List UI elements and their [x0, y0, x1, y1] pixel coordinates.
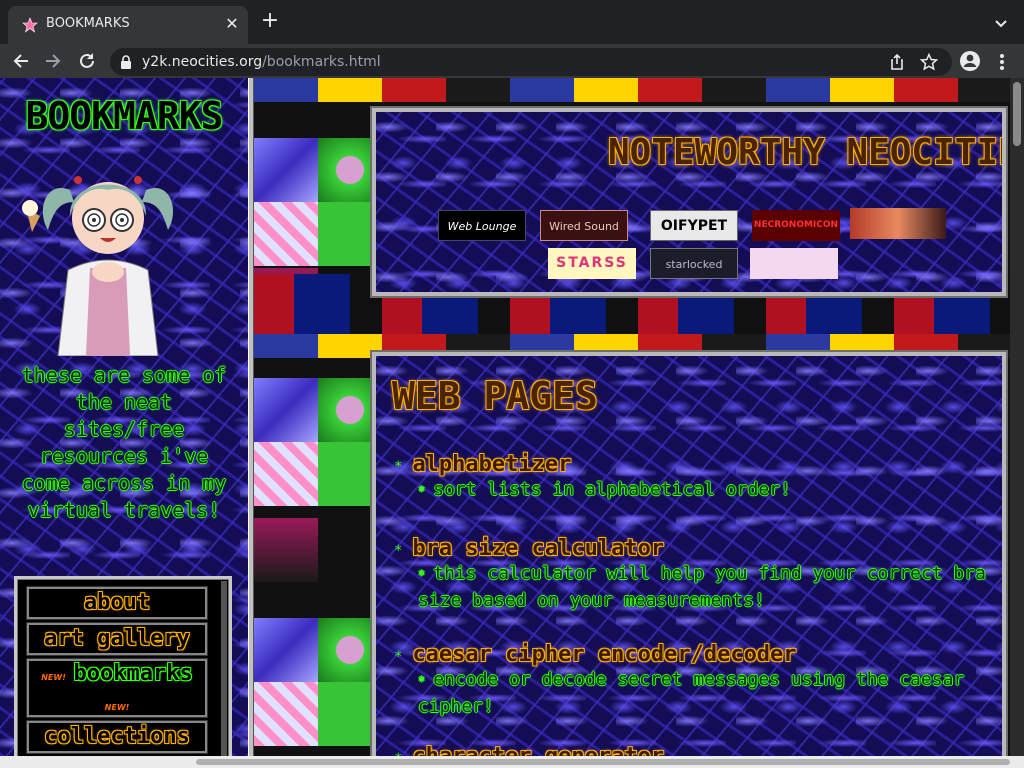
anime-girl-mascot-image	[22, 176, 174, 356]
necronomicon-button[interactable]: NECRONOMICON	[752, 210, 840, 241]
profile-avatar-icon[interactable]	[958, 50, 982, 72]
share-icon[interactable]	[888, 53, 906, 71]
url-path: /bookmarks.html	[262, 54, 381, 70]
list-item: * bra size calculator * this calculator wi…	[394, 536, 994, 614]
collage-tile	[254, 442, 318, 506]
bookmark-star-icon[interactable]	[920, 53, 938, 71]
noteworthy-title: NOTEWORTHY NEOCITIES	[608, 132, 1006, 173]
bullet-icon: *	[394, 649, 403, 665]
tab-search-chevron-icon[interactable]	[992, 14, 1010, 32]
sidebar: BOOKMARKS these are some of the neat sit…	[0, 78, 248, 756]
new-badge: NEW!	[41, 673, 66, 682]
nav-art-gallery-label: art gallery	[44, 626, 190, 651]
cute-face-button[interactable]	[750, 248, 838, 279]
browser-toolbar: y2k.neocities.org/bookmarks.html	[0, 44, 1024, 78]
oifypet-button[interactable]: OIFYPET	[650, 210, 738, 241]
nav-bookmarks-button[interactable]: NEW! bookmarks NEW!	[26, 658, 208, 718]
collage-tile	[254, 138, 318, 202]
nav-art-gallery-button[interactable]: art gallery	[26, 622, 208, 656]
nav-scrollbar[interactable]	[221, 581, 227, 756]
tab-strip: BOOKMARKS ✕ +	[0, 0, 1024, 44]
back-arrow-icon[interactable]	[10, 50, 32, 72]
close-tab-icon[interactable]: ✕	[222, 14, 242, 33]
collage-tile	[254, 518, 318, 582]
nav-menu: about art gallery NEW! bookmarks NEW! co…	[14, 576, 232, 756]
collage-tile	[254, 618, 318, 682]
lock-icon[interactable]	[120, 55, 132, 69]
starss-button[interactable]: STARSS	[548, 248, 636, 279]
list-item: * alphabetizer * sort lists in alphabetica…	[394, 452, 994, 504]
forward-arrow-icon[interactable]	[42, 50, 64, 72]
link-character-generator[interactable]: character generator	[412, 744, 664, 756]
starlocked-button[interactable]: starlocked	[650, 248, 738, 279]
collage-tile	[254, 682, 318, 746]
url-host: y2k.neocities.org	[142, 54, 263, 70]
collage-tile	[254, 202, 318, 266]
tab-title: BOOKMARKS	[46, 16, 130, 31]
nav-collections-button[interactable]: collections	[26, 720, 208, 754]
reload-icon[interactable]	[76, 50, 98, 72]
url-text: y2k.neocities.org/bookmarks.html	[142, 54, 381, 70]
noteworthy-panel: NOTEWORTHY NEOCITIES Web Lounge Wired So…	[370, 106, 1008, 298]
sidebar-heading: BOOKMARKS	[25, 94, 224, 138]
scrollbar-thumb[interactable]	[1013, 82, 1021, 146]
scrollbar-thumb[interactable]	[196, 759, 1010, 765]
nav-bookmarks-label: bookmarks	[73, 661, 193, 686]
wired-sound-button[interactable]: Wired Sound	[540, 210, 628, 241]
page-viewport: BOOKMARKS these are some of the neat sit…	[0, 78, 1010, 756]
star-favicon-icon	[22, 17, 38, 33]
link-bra-size-calculator[interactable]: bra size calculator	[412, 536, 664, 561]
bullet-icon: *	[418, 568, 426, 582]
bullet-icon: *	[394, 459, 403, 475]
collage-strip	[254, 78, 1010, 102]
sidebar-blurb: these are some of the neat sites/free re…	[21, 363, 227, 522]
new-tab-button[interactable]: +	[258, 10, 282, 34]
list-item: *character generator	[394, 744, 994, 756]
bullet-icon: *	[418, 484, 426, 498]
active-tab[interactable]: BOOKMARKS ✕	[8, 6, 248, 44]
link-caesar-cipher[interactable]: caesar cipher encoder/decoder	[412, 642, 796, 667]
anime-eyes-button[interactable]	[850, 208, 946, 239]
nav-about-button[interactable]: about	[26, 586, 208, 620]
entry-description: encode or decode secret messages using t…	[418, 669, 965, 717]
vertical-scrollbar[interactable]	[1010, 78, 1024, 756]
nav-collections-label: collections	[44, 724, 190, 749]
webpages-panel: WEB PAGES * alphabetizer * sort lists in a…	[370, 350, 1008, 756]
menu-kebab-icon[interactable]	[994, 52, 1010, 72]
webpages-title: WEB PAGES	[392, 374, 598, 418]
link-alphabetizer[interactable]: alphabetizer	[412, 452, 571, 477]
list-item: * caesar cipher encoder/decoder * encode o…	[394, 642, 994, 720]
entry-description: this calculator will help you find your …	[418, 563, 986, 611]
horizontal-scrollbar[interactable]	[0, 756, 1024, 768]
address-bar[interactable]: y2k.neocities.org/bookmarks.html	[110, 48, 952, 76]
entry-description: sort lists in alphabetical order!	[433, 479, 791, 500]
nav-about-label: about	[83, 590, 151, 615]
collage-tile	[254, 378, 318, 442]
web-lounge-button[interactable]: Web Lounge	[438, 210, 526, 241]
new-badge: NEW!	[104, 703, 130, 712]
bullet-icon: *	[418, 674, 426, 688]
bullet-icon: *	[394, 543, 403, 559]
